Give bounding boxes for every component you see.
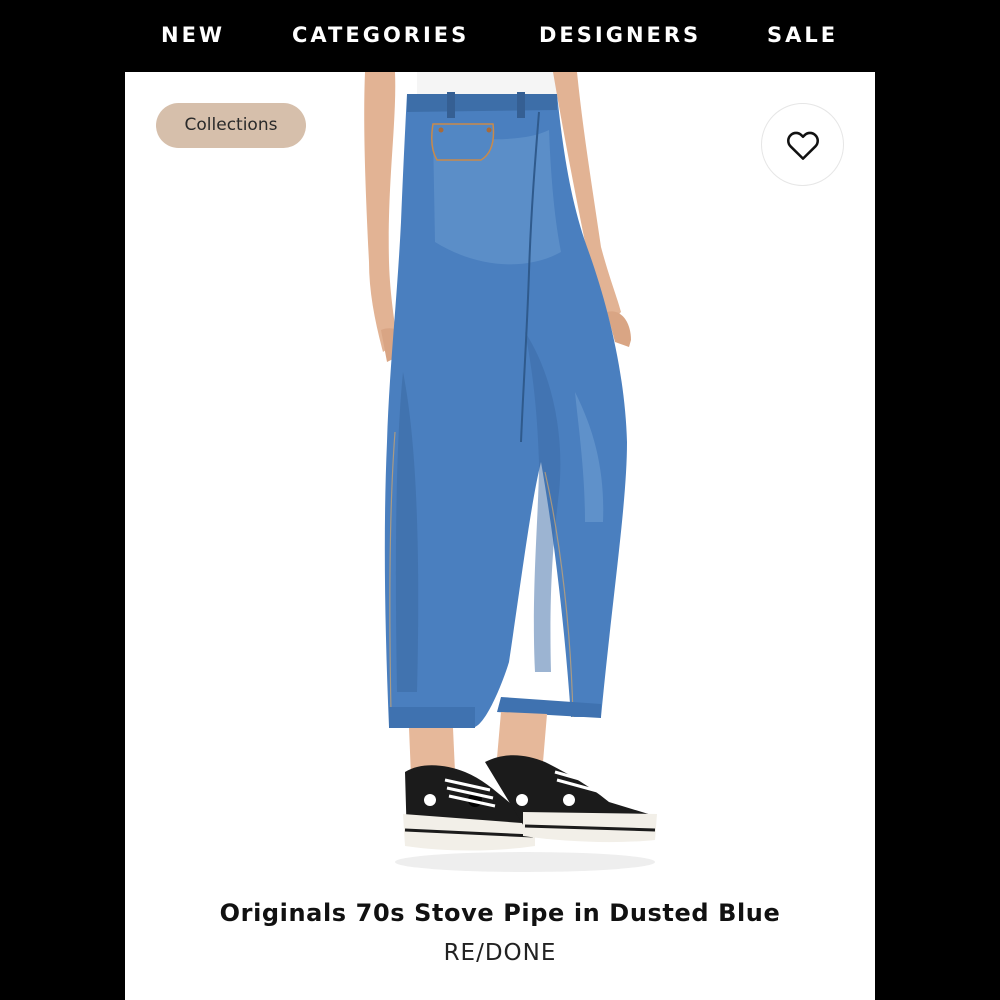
nav-item-designers[interactable]: DESIGNERS — [539, 22, 701, 48]
sneakers — [395, 755, 657, 872]
top-navigation: NEW CATEGORIES DESIGNERS SALE — [125, 0, 875, 72]
heart-icon — [787, 131, 819, 160]
product-title[interactable]: Originals 70s Stove Pipe in Dusted Blue — [125, 898, 875, 928]
app-frame: NEW CATEGORIES DESIGNERS SALE Collection… — [0, 0, 1000, 1000]
left-arm — [364, 72, 397, 352]
nav-item-categories[interactable]: CATEGORIES — [292, 22, 469, 48]
favorite-button[interactable] — [761, 103, 844, 186]
product-brand[interactable]: RE/DONE — [125, 938, 875, 968]
right-ankle — [497, 712, 547, 762]
product-card[interactable]: Collections Originals 70s Stove Pipe in … — [125, 72, 875, 1000]
nav-item-sale[interactable]: SALE — [767, 22, 838, 48]
nav-item-new[interactable]: NEW — [161, 22, 225, 48]
product-image[interactable] — [325, 72, 725, 882]
collections-badge[interactable]: Collections — [156, 103, 306, 148]
